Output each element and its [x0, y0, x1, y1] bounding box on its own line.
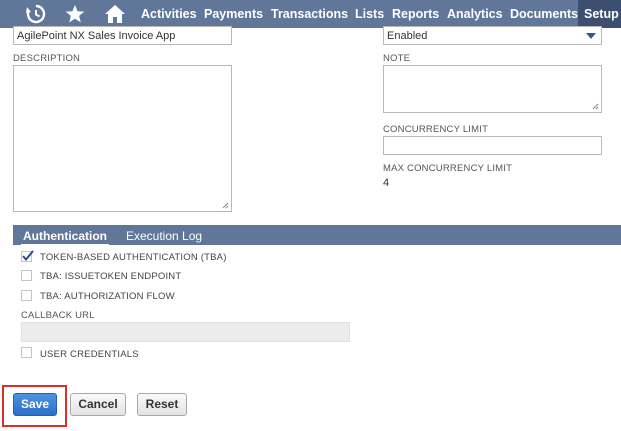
star-icon[interactable]: [64, 3, 86, 25]
resize-handle-icon[interactable]: [222, 202, 229, 209]
name-input[interactable]: AgilePoint NX Sales Invoice App: [13, 26, 232, 45]
authorization-flow-checkbox[interactable]: [21, 290, 32, 301]
home-icon[interactable]: [104, 3, 126, 25]
issuetoken-endpoint-label: TBA: ISSUETOKEN ENDPOINT: [40, 271, 182, 282]
tba-checkbox[interactable]: [21, 250, 34, 262]
concurrency-limit-input[interactable]: [383, 136, 602, 155]
max-concurrency-limit-label: MAX CONCURRENCY LIMIT: [383, 163, 513, 174]
name-value: AgilePoint NX Sales Invoice App: [17, 30, 176, 42]
top-navigation-bar: Activities Payments Transactions Lists R…: [0, 0, 621, 28]
tba-label: TOKEN-BASED AUTHENTICATION (TBA): [40, 252, 227, 263]
checkmark-icon: [22, 250, 34, 262]
issuetoken-endpoint-checkbox[interactable]: [21, 270, 32, 281]
user-credentials-label: USER CREDENTIALS: [40, 349, 139, 360]
resize-handle-icon[interactable]: [592, 103, 599, 110]
nav-activities[interactable]: Activities: [141, 0, 197, 28]
concurrency-limit-label: CONCURRENCY LIMIT: [383, 124, 489, 135]
note-textarea[interactable]: [383, 65, 602, 113]
recent-records-icon[interactable]: [25, 3, 47, 25]
nav-lists[interactable]: Lists: [355, 0, 384, 28]
nav-payments[interactable]: Payments: [204, 0, 263, 28]
note-label: NOTE: [383, 53, 411, 64]
nav-analytics[interactable]: Analytics: [447, 0, 503, 28]
nav-documents[interactable]: Documents: [510, 0, 578, 28]
reset-button[interactable]: Reset: [137, 393, 187, 416]
authorization-flow-label: TBA: AUTHORIZATION FLOW: [40, 291, 175, 302]
state-select[interactable]: Enabled: [383, 26, 602, 45]
nav-setup[interactable]: Setup: [578, 0, 621, 28]
cancel-button[interactable]: Cancel: [70, 393, 126, 416]
subtab-bar: Authentication Execution Log: [13, 225, 621, 247]
user-credentials-checkbox[interactable]: [21, 347, 32, 358]
tab-authentication[interactable]: Authentication: [21, 225, 109, 247]
save-button-highlight: [2, 385, 67, 427]
state-value: Enabled: [387, 30, 428, 42]
description-textarea[interactable]: [13, 65, 232, 212]
max-concurrency-limit-value: 4: [383, 177, 390, 189]
nav-transactions[interactable]: Transactions: [271, 0, 348, 28]
callback-url-label: CALLBACK URL: [21, 310, 95, 321]
description-label: DESCRIPTION: [13, 53, 81, 64]
tab-execution-log[interactable]: Execution Log: [126, 225, 202, 245]
chevron-down-icon: [586, 33, 596, 39]
callback-url-input: [21, 322, 350, 342]
nav-reports[interactable]: Reports: [392, 0, 439, 28]
